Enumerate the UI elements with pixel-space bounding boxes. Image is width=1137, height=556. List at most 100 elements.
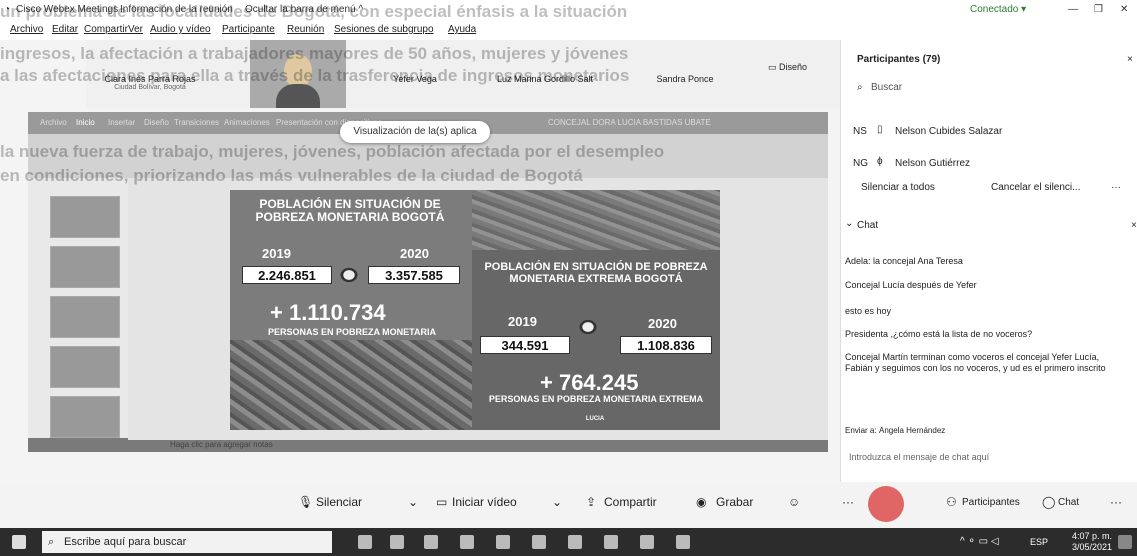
- video-tile-sandra[interactable]: Sandra Ponce: [630, 44, 740, 104]
- slide-right-title: POBLACIÓN EN SITUACIÓN DE POBREZA MONETA…: [484, 261, 708, 285]
- mic-icon: ϕ: [877, 156, 883, 167]
- share-button[interactable]: Compartir: [604, 495, 657, 509]
- notifications-icon[interactable]: [1118, 535, 1132, 549]
- notes-placeholder[interactable]: Haga clic para agregar notas: [170, 440, 273, 449]
- chat-message-input[interactable]: Introduzca el mensaje de chat aquí: [849, 452, 989, 462]
- video-tile-luz[interactable]: Luz Marina Gordillo Salt: [480, 44, 610, 104]
- close-icon[interactable]: ✕: [1120, 4, 1128, 15]
- slide-left-value-b: 3.357.585: [368, 266, 460, 284]
- taskbar-search-input[interactable]: ⌕ Escribe aquí para buscar: [42, 531, 332, 553]
- camera-icon[interactable]: ▭: [436, 495, 447, 509]
- menu-compartir[interactable]: Compartir: [84, 24, 128, 35]
- ppt-tab: Transiciones: [174, 118, 220, 127]
- city-photo: [230, 340, 472, 430]
- clock-time: 4:07 p. m.: [1071, 531, 1112, 541]
- slide-left-year-b: 2020: [400, 246, 429, 261]
- ppt-user: CONCEJAL DORA LUCIA BASTIDAS UBATE: [548, 118, 711, 127]
- chat-icon[interactable]: ◯: [1042, 495, 1055, 509]
- video-tile-yefer[interactable]: Yefer Vega: [370, 44, 460, 104]
- more-options-icon[interactable]: ···: [1111, 182, 1121, 193]
- close-chat-icon[interactable]: ×: [1131, 220, 1137, 231]
- webex-logo-icon: ◔: [4, 4, 11, 15]
- slide-thumbnail: [50, 296, 120, 338]
- hide-menu-button[interactable]: Ocultar la barra de menú ^: [245, 4, 363, 15]
- slide-right-year-a: 2019: [508, 314, 537, 329]
- cancel-mute-button[interactable]: Cancelar el silenci...: [991, 182, 1080, 193]
- record-button[interactable]: Grabar: [716, 495, 753, 509]
- ppt-tab: Insertar: [108, 118, 136, 127]
- tray-icons[interactable]: ^ ⚬ ▭ ◁: [960, 536, 999, 547]
- people-icon: [336, 264, 362, 286]
- share-icon[interactable]: ⇪: [586, 495, 596, 509]
- participants-search-input[interactable]: Buscar: [871, 82, 902, 93]
- menu-sesiones[interactable]: Sesiones de subgrupo: [334, 24, 434, 35]
- slide-right-value-b: 1.108.836: [620, 336, 712, 354]
- mute-button[interactable]: Silenciar: [316, 495, 362, 509]
- language-indicator[interactable]: ESP: [1030, 537, 1048, 547]
- chevron-down-icon[interactable]: ⌄: [845, 218, 853, 229]
- slide-right-caption: PERSONAS EN POBREZA MONETARIA EXTREMA: [488, 394, 704, 404]
- participant-name[interactable]: Nelson Gutiérrez: [895, 158, 970, 169]
- people-icon: [575, 316, 601, 338]
- video-tile-clara[interactable]: Clara Inés Parra Rojas Ciudad Bolívar, B…: [90, 44, 210, 104]
- chat-recipient-select[interactable]: Angela Hernández: [879, 426, 945, 435]
- menu-ver[interactable]: Ver: [128, 24, 143, 35]
- slide-footer: LUCIA: [585, 416, 605, 422]
- system-clock[interactable]: 4:07 p. m. 3/05/2021: [1060, 531, 1112, 553]
- mute-all-button[interactable]: Silenciar a todos: [861, 182, 935, 193]
- record-icon[interactable]: ◉: [696, 495, 706, 509]
- participant-name[interactable]: Nelson Cubides Salazar: [895, 126, 1002, 137]
- more-options-icon[interactable]: ···: [842, 495, 854, 509]
- cortana-icon[interactable]: [358, 535, 372, 549]
- menu-bar: Archivo Editar Compartir Ver Audio y víd…: [0, 20, 1137, 40]
- menu-participante[interactable]: Participante: [222, 24, 275, 35]
- chevron-down-icon[interactable]: ⌄: [408, 495, 418, 509]
- slide-thumbnail: [50, 396, 120, 438]
- slide-left-caption: PERSONAS EN POBREZA MONETARIA: [267, 327, 436, 337]
- end-call-button[interactable]: [868, 486, 904, 522]
- sharing-indicator[interactable]: Visualización de la(s) aplica: [340, 121, 490, 143]
- minimize-icon[interactable]: —: [1068, 4, 1078, 15]
- meeting-info-menu[interactable]: Información de la reunión: [120, 4, 233, 15]
- browser-icon[interactable]: [496, 535, 510, 549]
- app-icon[interactable]: [676, 535, 690, 549]
- chat-button[interactable]: Chat: [1058, 497, 1079, 508]
- menu-audio-video[interactable]: Audio y vídeo: [150, 24, 211, 35]
- slide-thumbnails: [28, 178, 128, 438]
- layout-button[interactable]: ▭ Diseño: [768, 62, 807, 73]
- more-options-icon[interactable]: ···: [1110, 495, 1122, 509]
- active-speaker-video[interactable]: [250, 40, 346, 108]
- connection-status[interactable]: Conectado ▾: [970, 4, 1026, 15]
- participants-icon[interactable]: ⚇: [946, 495, 957, 509]
- webex-icon[interactable]: [640, 535, 654, 549]
- menu-editar[interactable]: Editar: [52, 24, 78, 35]
- slide-left-value-a: 2.246.851: [242, 266, 332, 284]
- ppt-tab: Diseño: [144, 118, 169, 127]
- start-video-button[interactable]: Iniciar vídeo: [452, 495, 517, 509]
- slide-left-title: POBLACIÓN EN SITUACIÓN DE POBREZA MONETA…: [255, 197, 445, 224]
- phone-icon: ▯: [877, 124, 883, 135]
- menu-archivo[interactable]: Archivo: [10, 24, 43, 35]
- restore-icon[interactable]: ❐: [1094, 4, 1103, 15]
- chevron-down-icon[interactable]: ⌄: [552, 495, 562, 509]
- app-icon[interactable]: [568, 535, 582, 549]
- windows-start-icon[interactable]: [12, 535, 26, 549]
- reactions-icon[interactable]: ☺: [788, 495, 800, 509]
- participants-button[interactable]: Participantes: [962, 497, 1020, 508]
- chat-title: Chat: [857, 220, 879, 231]
- participant-location: Ciudad Bolívar, Bogotá: [114, 84, 186, 91]
- slide-left-year-a: 2019: [262, 246, 291, 261]
- mic-icon[interactable]: 🎙: [298, 495, 313, 509]
- close-participants-icon[interactable]: ×: [1127, 54, 1133, 65]
- chrome-icon[interactable]: [460, 535, 474, 549]
- app-icon[interactable]: [532, 535, 546, 549]
- participant-name: Clara Inés Parra Rojas: [104, 74, 196, 84]
- menu-reunion[interactable]: Reunión: [287, 24, 324, 35]
- file-explorer-icon[interactable]: [424, 535, 438, 549]
- excel-icon[interactable]: [604, 535, 618, 549]
- task-view-icon[interactable]: [390, 535, 404, 549]
- slide-thumbnail: [50, 246, 120, 288]
- city-photo: [472, 190, 720, 250]
- menu-ayuda[interactable]: Ayuda: [448, 24, 476, 35]
- taskbar-search-placeholder: Escribe aquí para buscar: [64, 536, 187, 548]
